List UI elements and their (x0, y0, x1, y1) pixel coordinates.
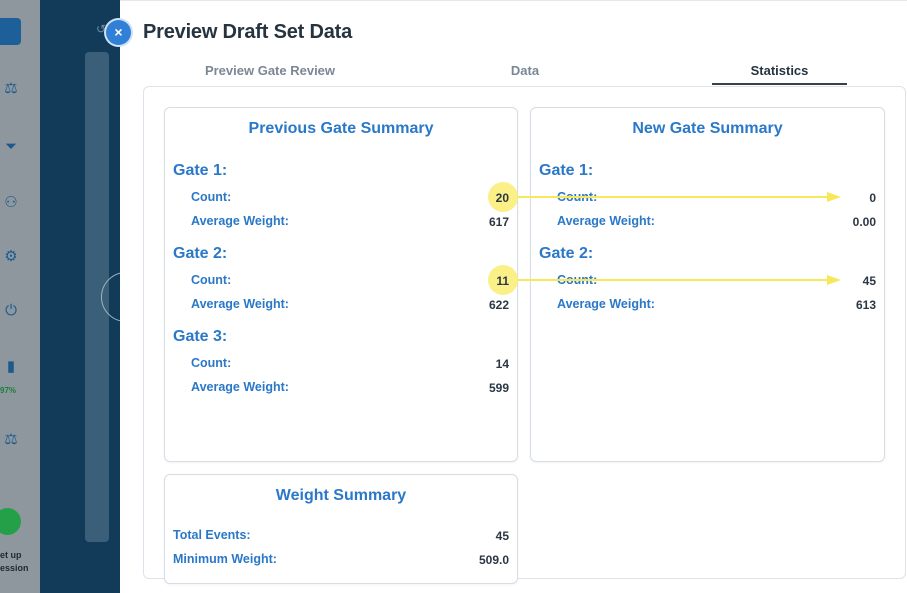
average-weight-value: 599 (488, 381, 509, 395)
average-weight-label: Average Weight: (191, 297, 289, 311)
modal-title: Preview Draft Set Data (143, 21, 353, 43)
annotation-arrowhead (827, 275, 841, 285)
power-icon[interactable]: ⏻ (0, 302, 22, 320)
average-weight-label: Average Weight: (191, 214, 289, 228)
count-value: 20 (495, 191, 509, 205)
annotation-arrowhead (827, 192, 841, 202)
average-weight-value: 622 (488, 298, 509, 312)
average-weight-value: 0.00 (852, 215, 876, 229)
gate-heading: Gate 2: (173, 245, 228, 262)
sidebar-active-tab[interactable] (0, 18, 21, 45)
annotation-arrow-line (517, 279, 829, 281)
tab-statistics[interactable]: Statistics (712, 63, 847, 78)
user-add-icon[interactable]: ⚇ (0, 194, 22, 212)
setup-session-label-line2[interactable]: ession (0, 562, 29, 574)
count-label: Count: (191, 273, 232, 287)
gate-heading: Gate 3: (173, 328, 228, 345)
minimum-weight-label: Minimum Weight: (173, 552, 277, 566)
average-weight-value: 613 (855, 298, 876, 312)
gear-icon[interactable]: ⚙ (0, 248, 22, 266)
active-tab-indicator (712, 83, 847, 85)
total-events-label: Total Events: (173, 528, 251, 542)
average-weight-value: 617 (488, 215, 509, 229)
gate-heading: Gate 2: (539, 245, 594, 262)
gate-heading: Gate 1: (173, 162, 228, 179)
previous-gate-summary-title: Previous Gate Summary (248, 120, 434, 137)
count-value: 45 (862, 274, 876, 288)
count-label: Count: (191, 356, 232, 370)
count-value: 11 (496, 274, 509, 288)
annotation-arrow-line (517, 196, 829, 198)
minimum-weight-value: 509.0 (478, 553, 509, 567)
battery-percent: 97% (0, 386, 17, 395)
new-gate-summary-title: New Gate Summary (632, 120, 783, 137)
weight-summary-title: Weight Summary (275, 487, 407, 504)
count-value: 0 (869, 191, 876, 205)
weight-summary-panel: Weight Summary Total Events: 45 Minimum … (164, 474, 518, 584)
gate-heading: Gate 1: (539, 162, 594, 179)
average-weight-label: Average Weight: (557, 214, 655, 228)
funnel-icon[interactable]: ⏷ (0, 138, 22, 156)
count-label: Count: (191, 190, 232, 204)
session-status-indicator[interactable] (0, 508, 21, 535)
battery-icon: ▮ (6, 358, 16, 375)
total-events-value: 45 (495, 529, 509, 543)
average-weight-label: Average Weight: (191, 380, 289, 394)
average-weight-label: Average Weight: (557, 297, 655, 311)
tab-preview-gate-review[interactable]: Preview Gate Review (185, 63, 355, 78)
menu-icon: ↺ (96, 22, 107, 36)
scale-icon[interactable]: ⚖ (0, 431, 22, 449)
setup-session-label-line1[interactable]: et up (0, 549, 22, 561)
app-sidebar: ⚖ ⏷ ⚇ ⚙ ⏻ ▮ 97% ⚖ et up ession (0, 0, 40, 593)
tab-data[interactable]: Data (480, 63, 570, 78)
previous-gate-summary-panel: Previous Gate Summary Gate 1: Count: 20 … (164, 107, 518, 462)
scale-icon[interactable]: ⚖ (0, 80, 22, 98)
count-value: 14 (495, 357, 509, 371)
close-button[interactable]: × (106, 20, 131, 45)
